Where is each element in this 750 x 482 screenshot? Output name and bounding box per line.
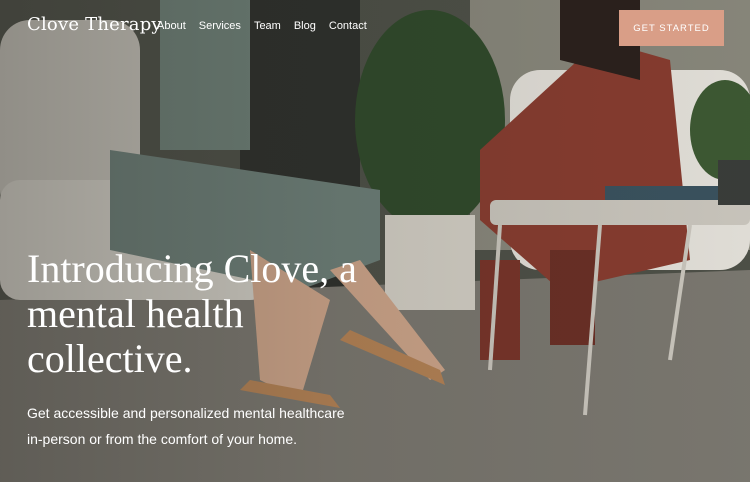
nav-link-blog[interactable]: Blog [294, 20, 316, 32]
main-nav: About Services Team Blog Contact [157, 20, 367, 32]
site-logo[interactable]: Clove Therapy [27, 14, 162, 35]
hero-headline: Introducing Clove, a mental health colle… [27, 246, 357, 381]
get-started-button[interactable]: GET STARTED [619, 10, 724, 46]
hero-subtext: Get accessible and personalized mental h… [27, 405, 345, 447]
nav-link-contact[interactable]: Contact [329, 20, 367, 32]
nav-link-services[interactable]: Services [199, 20, 241, 32]
hero-section: Clove Therapy About Services Team Blog C… [0, 0, 750, 482]
nav-link-about[interactable]: About [157, 20, 186, 32]
nav-link-team[interactable]: Team [254, 20, 281, 32]
